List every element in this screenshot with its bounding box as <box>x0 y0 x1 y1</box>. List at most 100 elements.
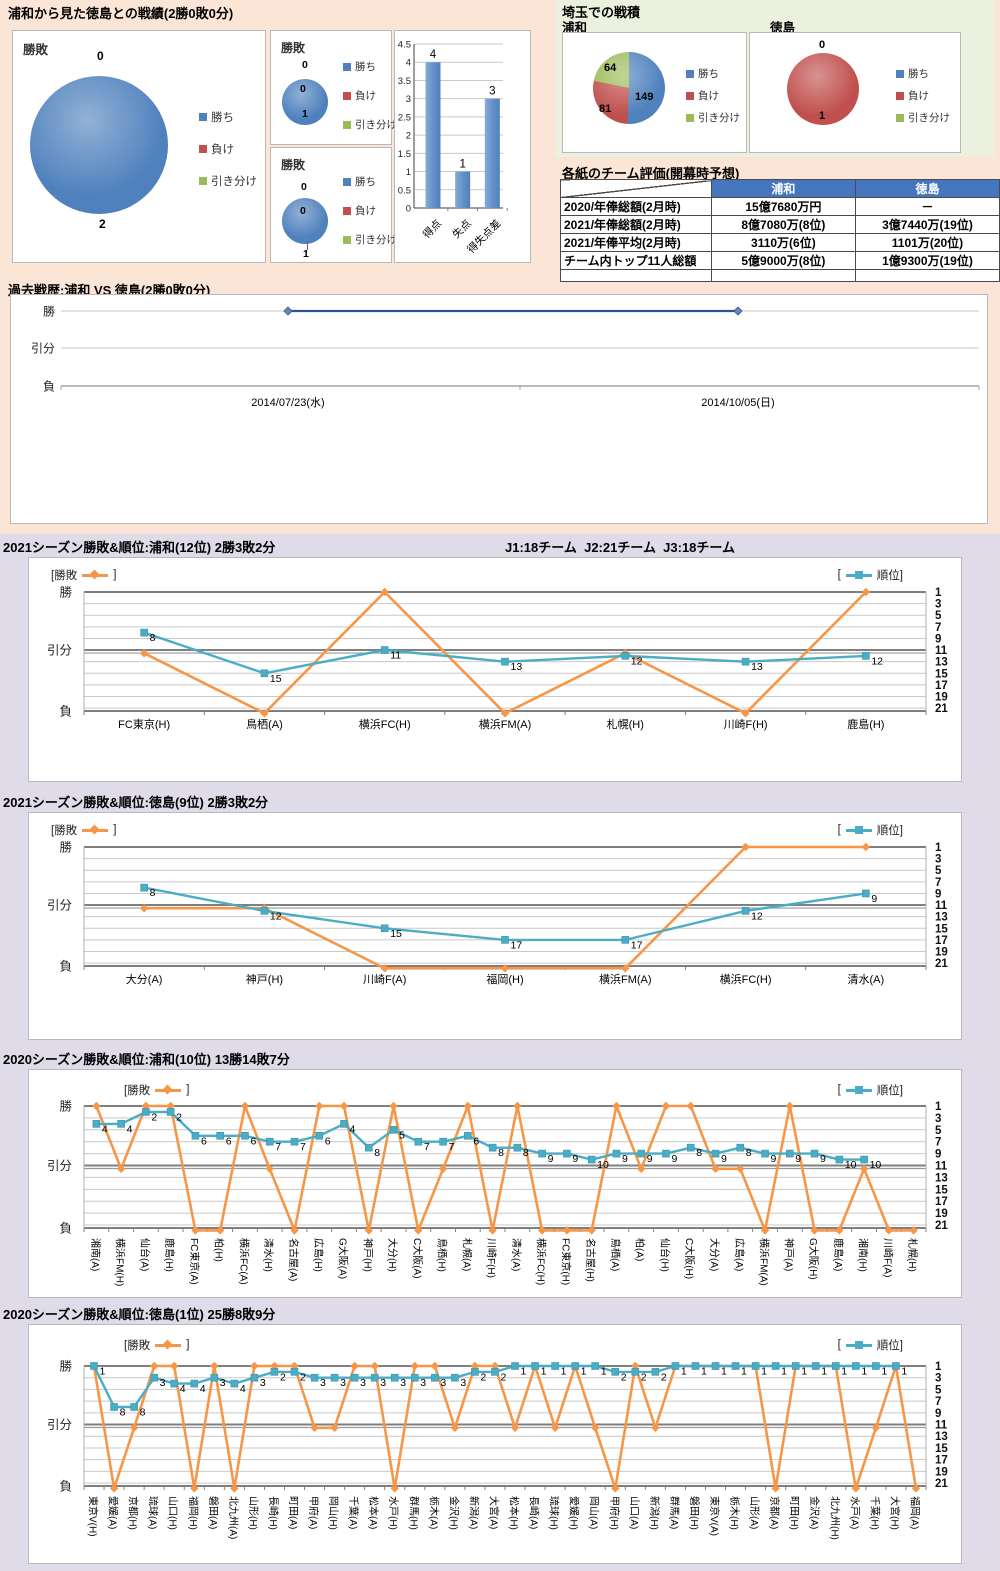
rank-legend-label: 順位] <box>876 825 903 837</box>
rank-marker <box>771 1362 780 1370</box>
winloss-marker <box>661 1101 671 1111</box>
table-header-浦和: 浦和 <box>710 179 856 198</box>
urawa-pie-win-value: 149 <box>635 91 654 103</box>
rank-value-label: 8 <box>498 1147 504 1159</box>
history-x-label: 2014/10/05(日) <box>701 397 774 409</box>
match-x-label: 山形(H) <box>247 1496 259 1530</box>
history-y-label: 負 <box>43 380 55 394</box>
rank-marker <box>671 1362 680 1370</box>
match-x-label: 栃木(H) <box>728 1496 741 1530</box>
rank-legend-open: [ <box>837 569 841 581</box>
winloss-legend-close: ] <box>186 1084 190 1096</box>
winloss-marker <box>410 1361 419 1371</box>
rank-marker <box>810 1149 819 1158</box>
rank-value-label: 12 <box>631 655 643 667</box>
match-x-label: 鹿島(A) <box>832 1238 845 1271</box>
legend-label: 負け <box>698 90 719 102</box>
match-x-label: 神戸(A) <box>782 1238 795 1271</box>
rank-marker <box>410 1373 419 1382</box>
match-x-label: 金沢(A) <box>808 1496 821 1529</box>
history-x-label: 2014/07/23(水) <box>251 396 324 409</box>
rank-axis-tick: 13 <box>935 1431 948 1443</box>
rank-axis-tick: 9 <box>935 1149 941 1161</box>
rank-axis-tick: 13 <box>935 1172 948 1184</box>
loss-color-swatch <box>343 91 351 100</box>
winloss-legend-label: [勝敗 <box>124 1085 151 1097</box>
match-x-label: 岡山(A) <box>588 1496 600 1529</box>
rank-marker <box>651 1368 660 1376</box>
match-x-label: 鳥栖(A) <box>246 717 283 731</box>
rank-value-label: 9 <box>871 893 877 905</box>
season-2021-tokushima-title: 2021シーズン勝敗&順位:徳島(9位) 2勝3敗2分 <box>3 795 269 810</box>
match-x-label: 横浜FM(A) <box>758 1238 771 1286</box>
svg-text:4: 4 <box>406 58 411 69</box>
match-x-label: 新潟(A) <box>467 1496 480 1529</box>
rank-axis-tick: 13 <box>935 657 948 669</box>
goals-bar-chart-box: 0 0.5 1 1.5 2 2.5 3 3.5 4 4.5 4 得点 1 失点 3 得失点差 <box>394 30 531 263</box>
winloss-series-icon <box>155 1343 182 1347</box>
svg-text:4: 4 <box>430 49 437 61</box>
rank-axis-tick: 15 <box>935 1443 948 1455</box>
rank-marker <box>451 1373 459 1382</box>
bar-得点 <box>425 62 441 208</box>
winloss-marker <box>861 842 871 852</box>
rank-marker <box>662 1149 670 1158</box>
rank-value-label: 3 <box>160 1377 166 1389</box>
result-axis-label: 引分 <box>47 644 72 658</box>
rank-marker <box>265 1137 274 1146</box>
rank-value-label: 3 <box>260 1377 266 1389</box>
rank-value-label: 2 <box>280 1371 286 1383</box>
season-2021-urawa-chart-box: [勝敗 ] [ 順位] 1 3 5 7 9 11 13 15 17 19 21 勝引分負 8 15 11 13… <box>28 557 962 782</box>
rank-value-label: 1 <box>681 1366 687 1378</box>
winloss-legend: [勝敗 ] <box>124 1082 189 1098</box>
rank-axis-tick: 9 <box>935 633 941 645</box>
match-x-label: 松本(H) <box>508 1496 521 1530</box>
match-x-label: 横浜FM(H) <box>114 1238 127 1286</box>
winloss-series-icon <box>82 573 109 577</box>
table-cell: － <box>854 197 1000 216</box>
rank-value-label: 9 <box>771 1153 777 1165</box>
legend-label: 勝ち <box>355 176 376 188</box>
winloss-marker <box>92 1101 101 1111</box>
rank-value-label: 1 <box>541 1366 547 1378</box>
match-x-label: 大宮(H) <box>888 1496 901 1530</box>
rank-value-label: 1 <box>861 1366 867 1378</box>
match-x-label: 鹿島(H) <box>163 1238 176 1272</box>
small-pie-2-legend: 勝ち 負け 引き分け <box>343 174 397 261</box>
table-row: 2021/年俸平均(2月時) 3110万(6位) 1101万(20位) <box>560 233 1000 252</box>
match-x-label: 鳥栖(H) <box>436 1238 449 1272</box>
match-x-label: 京都(A) <box>768 1496 781 1529</box>
small-pie-box-2: 勝敗 0 0 1 勝ち 負け 引き分け <box>270 147 397 263</box>
match-x-label: 名古屋(A) <box>287 1238 300 1281</box>
rank-value-label: 6 <box>325 1135 331 1147</box>
rank-value-label: 9 <box>647 1153 653 1165</box>
table-cell: 1億9300万(19位) <box>854 251 1000 270</box>
legend-item: 勝ち <box>343 174 397 189</box>
rank-axis-tick: 5 <box>935 610 942 622</box>
rank-axis-tick: 1 <box>935 842 942 854</box>
winloss-marker <box>250 1361 259 1371</box>
rank-value-label: 3 <box>420 1377 426 1389</box>
result-axis-label: 引分 <box>47 1159 72 1173</box>
legend-item: 負け <box>199 141 257 157</box>
match-x-label: G大阪(A) <box>337 1238 350 1279</box>
rank-value-label: 1 <box>601 1366 607 1378</box>
legend-item: 勝ち <box>686 66 740 81</box>
match-x-label: 千葉(A) <box>347 1496 360 1529</box>
svg-text:0.5: 0.5 <box>398 185 411 196</box>
svg-text:3: 3 <box>406 94 411 105</box>
legend-item: 負け <box>686 88 740 103</box>
rank-value-label: 3 <box>360 1377 366 1389</box>
season-2020-tokushima-chart-box: [勝敗 ] [ 順位] 1 3 5 7 9 11 13 15 17 19 21 勝引分負 1 8 8 3 4 4 3… <box>28 1324 962 1564</box>
winloss-legend: [勝敗 ] <box>124 1337 189 1353</box>
rank-marker <box>330 1373 339 1382</box>
rank-legend-label: 順位] <box>876 1085 903 1097</box>
match-x-label: FC東京(H) <box>118 717 170 731</box>
rank-axis-tick: 7 <box>935 1396 941 1408</box>
rank-axis-tick: 9 <box>935 888 941 900</box>
rank-marker <box>686 1143 695 1152</box>
match-x-label: 金沢(H) <box>447 1496 460 1530</box>
table-empty-cell <box>710 269 856 282</box>
draw-color-swatch <box>343 235 351 244</box>
rank-marker <box>741 657 750 666</box>
